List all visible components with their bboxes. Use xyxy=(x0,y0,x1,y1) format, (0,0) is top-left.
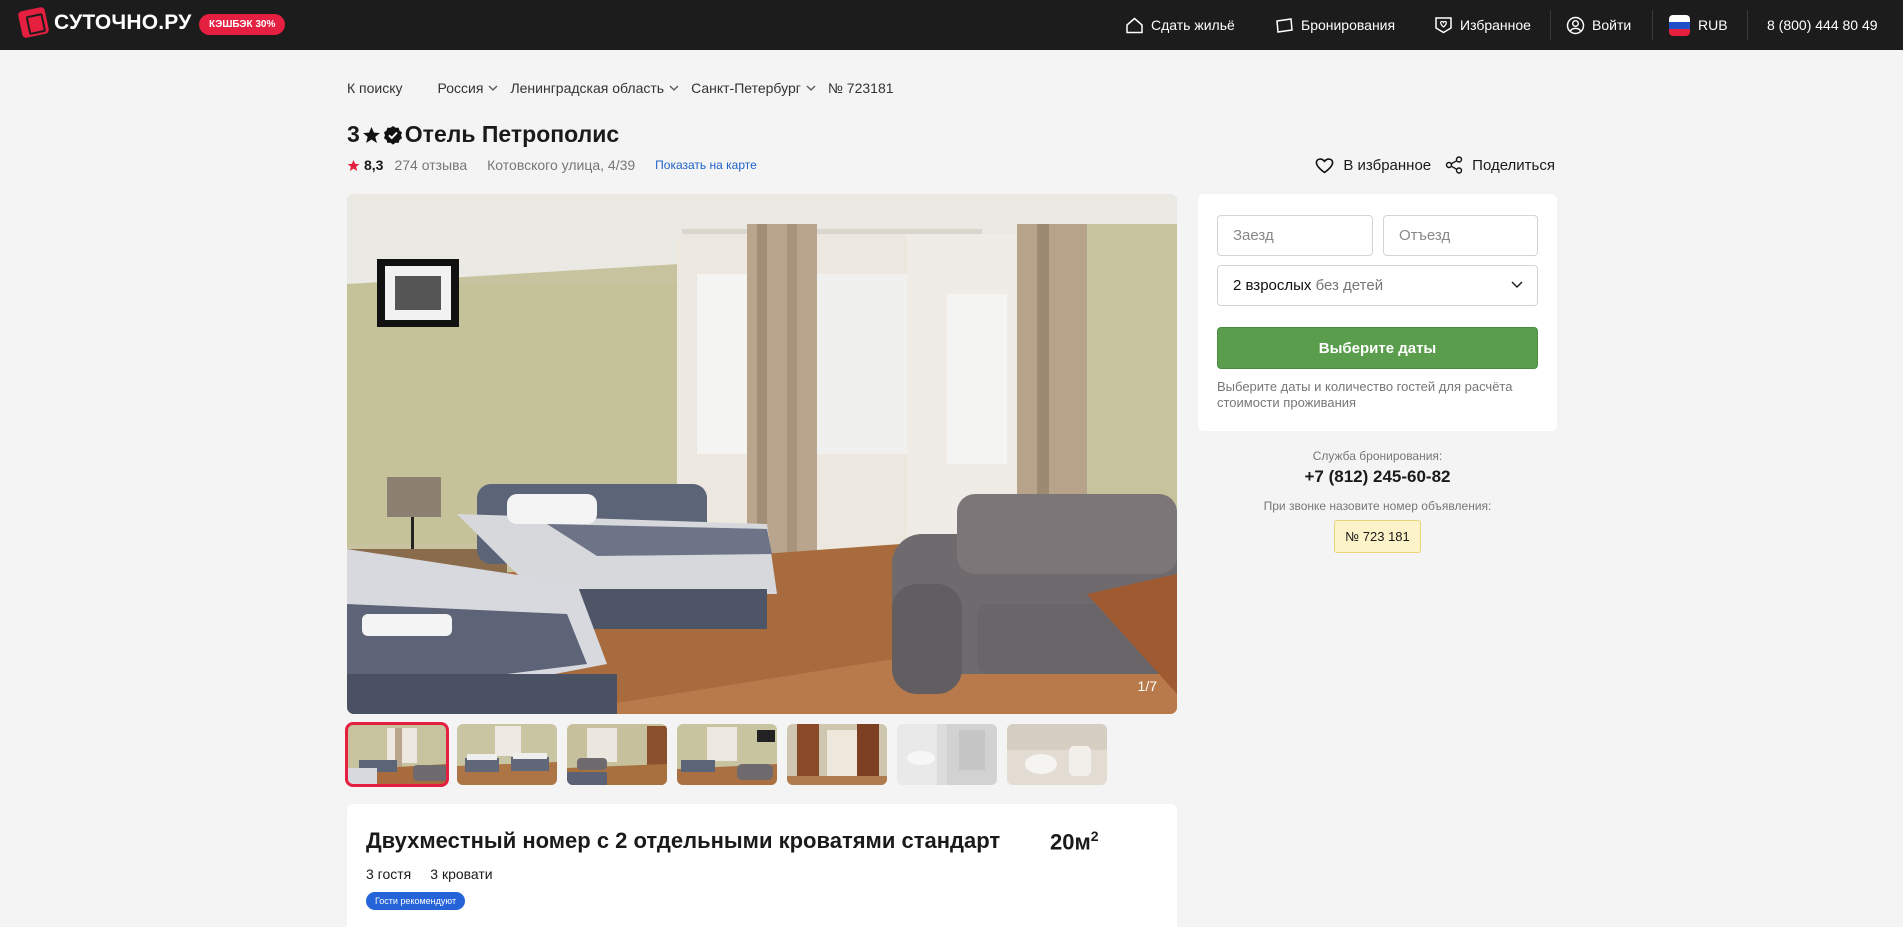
nav-bookings-label: Бронирования xyxy=(1301,17,1396,33)
thumbnail-image xyxy=(897,724,997,785)
cashback-badge[interactable]: КЭШБЭК 30% xyxy=(199,14,286,35)
booking-hint: Выберите даты и количество гостей для ра… xyxy=(1217,379,1513,410)
photo-thumbnail[interactable] xyxy=(897,724,997,785)
support-phone[interactable]: +7 (812) 245-60-82 xyxy=(1198,467,1557,487)
share-icon xyxy=(1445,156,1463,174)
listing-number-badge: № 723 181 xyxy=(1334,520,1421,553)
user-icon xyxy=(1566,16,1585,34)
show-on-map-link[interactable]: Показать на карте xyxy=(655,158,757,172)
nav-login-label: Войти xyxy=(1592,17,1632,33)
room-area-value: 20м xyxy=(1050,829,1091,855)
currency-label: RUB xyxy=(1698,17,1728,33)
room-beds: 3 кровати xyxy=(430,866,493,882)
address: Котовского улица, 4/39 xyxy=(487,157,636,173)
thumbnail-image xyxy=(787,724,887,785)
header-phone[interactable]: 8 (800) 444 80 49 xyxy=(1767,0,1878,50)
listing-meta: 8,3 274 отзыва Котовского улица, 4/39 По… xyxy=(347,157,757,173)
guests-recommend-badge: Гости рекомендуют xyxy=(366,892,466,910)
breadcrumb-item[interactable]: Ленинградская область xyxy=(510,80,679,96)
house-icon xyxy=(1126,17,1143,33)
heart-icon xyxy=(1315,157,1334,173)
thumbnail-image xyxy=(347,724,447,785)
room-area: 20м2 xyxy=(1050,828,1099,855)
rating-star-icon xyxy=(347,159,360,171)
verified-icon xyxy=(383,125,402,145)
breadcrumb-item-label: Ленинградская область xyxy=(510,80,665,96)
photo-thumbnail[interactable] xyxy=(677,724,777,785)
rating-value: 8,3 xyxy=(364,157,384,173)
select-dates-button[interactable]: Выберите даты xyxy=(1217,327,1538,369)
call-hint: При звонке назовите номер объявления: xyxy=(1263,499,1492,513)
share-label: Поделиться xyxy=(1472,156,1555,174)
hotel-room-photo xyxy=(347,194,1177,714)
russia-flag-icon xyxy=(1669,14,1690,36)
nav-rent-out-label: Сдать жильё xyxy=(1151,17,1235,33)
page-title: 3 Отель Петрополис xyxy=(347,121,619,148)
breadcrumb-item[interactable]: Санкт-Петербург xyxy=(691,80,816,96)
breadcrumb-item-label: Россия xyxy=(437,80,484,96)
room-info: 3 гостя 3 кровати xyxy=(366,866,512,882)
breadcrumb: К поиску Россия Ленинградская область Са… xyxy=(347,80,906,96)
support-label: Служба бронирования: xyxy=(1312,449,1443,463)
photo-thumbnail[interactable] xyxy=(567,724,667,785)
thumbnail-image xyxy=(677,724,777,785)
nav-bookings[interactable]: Бронирования xyxy=(1275,0,1395,50)
guests-children: без детей xyxy=(1315,277,1384,294)
chevron-down-icon xyxy=(1511,281,1523,289)
top-navigation-bar: СУТОЧНО.РУ КЭШБЭК 30% Сдать жильё Бронир… xyxy=(0,0,1903,50)
hotel-name: Отель Петрополис xyxy=(404,121,620,147)
nav-divider xyxy=(1652,10,1653,40)
thumbnail-image xyxy=(567,724,667,785)
photo-thumbnail[interactable] xyxy=(457,724,557,785)
thumbnail-image xyxy=(457,724,557,785)
star-icon xyxy=(362,126,380,143)
booking-support: Служба бронирования: +7 (812) 245-60-82 … xyxy=(1198,449,1557,553)
room-guests: 3 гостя xyxy=(366,866,412,882)
guests-adults: 2 взрослых xyxy=(1233,277,1312,294)
ticket-icon xyxy=(1276,17,1293,33)
thumbnail-image xyxy=(1007,724,1107,785)
favorites-icon xyxy=(1435,17,1452,34)
checkout-date-field[interactable]: Отъезд xyxy=(1383,215,1538,256)
hotel-stars-count: 3 xyxy=(347,121,360,147)
room-area-unit: 2 xyxy=(1090,828,1099,844)
site-logo[interactable]: СУТОЧНО.РУ xyxy=(17,6,192,39)
room-title: Двухместный номер с 2 отдельными кроватя… xyxy=(366,828,1001,853)
chevron-down-icon xyxy=(806,85,816,91)
main-photo[interactable]: 1/7 xyxy=(347,194,1177,714)
logo-mark-icon xyxy=(17,6,50,39)
share-button[interactable]: Поделиться xyxy=(1445,156,1555,174)
photo-thumbnails xyxy=(345,722,1117,787)
nav-rent-out[interactable]: Сдать жильё xyxy=(1125,0,1235,50)
nav-divider xyxy=(1747,10,1748,40)
nav-favorites-label: Избранное xyxy=(1460,17,1531,33)
back-to-search-link[interactable]: К поиску xyxy=(347,80,403,96)
guests-selector[interactable]: 2 взрослых без детей xyxy=(1217,265,1538,306)
chevron-down-icon xyxy=(488,85,498,91)
photo-thumbnail[interactable] xyxy=(787,724,887,785)
currency-selector[interactable]: RUB xyxy=(1669,0,1728,50)
reviews-link[interactable]: 274 отзыва xyxy=(394,157,467,173)
chevron-down-icon xyxy=(669,85,679,91)
room-card: Двухместный номер с 2 отдельными кроватя… xyxy=(347,804,1177,927)
checkin-date-field[interactable]: Заезд xyxy=(1217,215,1373,256)
add-to-favorites-label: В избранное xyxy=(1343,156,1432,174)
photo-counter: 1/7 xyxy=(1137,678,1157,694)
nav-login[interactable]: Войти xyxy=(1566,0,1631,50)
nav-favorites[interactable]: Избранное xyxy=(1434,0,1531,50)
breadcrumb-item[interactable]: Россия xyxy=(438,80,499,96)
breadcrumb-item-label: Санкт-Петербург xyxy=(691,80,801,96)
add-to-favorites-button[interactable]: В избранное xyxy=(1315,156,1431,174)
nav-divider xyxy=(1550,10,1551,40)
listing-actions: В избранное Поделиться xyxy=(1301,156,1555,174)
photo-thumbnail[interactable] xyxy=(345,722,449,787)
booking-card: Заезд Отъезд 2 взрослых без детей Выбери… xyxy=(1198,194,1557,431)
logo-text: СУТОЧНО.РУ xyxy=(54,10,192,34)
photo-thumbnail[interactable] xyxy=(1007,724,1107,785)
breadcrumb-listing-number: № 723181 xyxy=(827,80,894,96)
